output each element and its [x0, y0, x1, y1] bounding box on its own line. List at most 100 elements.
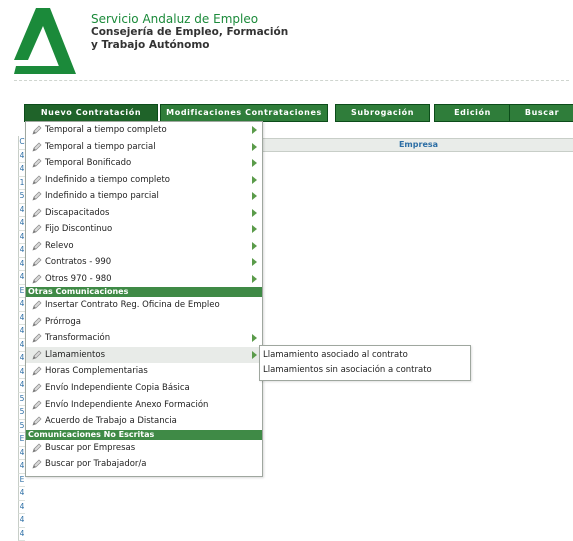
menu-item-label: Discapacitados [45, 205, 109, 221]
menu-item-label: Acuerdo de Trabajo a Distancia [45, 413, 177, 429]
pencil-icon [32, 300, 42, 310]
table-row[interactable]: 4 [18, 379, 25, 393]
menu-item[interactable]: Contratos - 990 [26, 254, 262, 270]
table-row[interactable]: 5 [18, 190, 25, 204]
menu-item[interactable]: Buscar por Trabajador/a [26, 456, 262, 472]
menu-item-label: Relevo [45, 238, 74, 254]
submenu-item-llamamientos-sin-asociacion[interactable]: Llamamientos sin asociación a contrato [263, 363, 468, 378]
table-row[interactable]: 4 [18, 339, 25, 353]
junta-andalucia-logo [14, 8, 76, 74]
menu-item[interactable]: Fijo Discontinuo [26, 221, 262, 237]
table-row[interactable]: 4 [18, 204, 25, 218]
table-row-gutter: C4415444444E4444444555E44E4444 [18, 136, 25, 541]
menu-item[interactable]: Relevo [26, 238, 262, 254]
table-row[interactable]: C [18, 136, 25, 150]
triangle-right-icon [252, 176, 257, 184]
menu-nuevo-contratacion[interactable]: Nuevo Contratación [24, 104, 158, 122]
menu-item[interactable]: Discapacitados [26, 205, 262, 221]
header-divider [14, 80, 569, 81]
triangle-right-icon [252, 209, 257, 217]
menu-item[interactable]: Transformación [26, 330, 262, 346]
menu-item[interactable]: Insertar Contrato Reg. Oficina de Empleo [26, 297, 262, 313]
menu-item[interactable]: Envío Independiente Anexo Formación [26, 397, 262, 413]
menu-modificaciones-contrataciones[interactable]: Modificaciones Contrataciones [160, 104, 328, 122]
table-row[interactable]: 4 [18, 487, 25, 501]
table-row[interactable]: 1 [18, 177, 25, 191]
pencil-icon [32, 333, 42, 343]
menu-buscar[interactable]: Buscar [509, 104, 573, 122]
menu-subrogacion[interactable]: Subrogación [335, 104, 430, 122]
table-row[interactable]: 4 [18, 163, 25, 177]
pencil-icon [32, 274, 42, 284]
table-row[interactable]: 4 [18, 244, 25, 258]
triangle-right-icon [252, 159, 257, 167]
pencil-icon [32, 175, 42, 185]
pencil-icon [32, 366, 42, 376]
menu-item-label: Insertar Contrato Reg. Oficina de Empleo [45, 297, 220, 313]
menu-item[interactable]: Temporal a tiempo completo [26, 122, 262, 138]
table-row[interactable]: 4 [18, 528, 25, 541]
table-row[interactable]: 4 [18, 298, 25, 312]
table-row[interactable]: E [18, 285, 25, 299]
table-row[interactable]: 4 [18, 258, 25, 272]
menu-item[interactable]: Indefinido a tiempo completo [26, 172, 262, 188]
menu-item[interactable]: Acuerdo de Trabajo a Distancia [26, 413, 262, 429]
table-row[interactable]: 4 [18, 217, 25, 231]
table-row[interactable]: 4 [18, 460, 25, 474]
table-row[interactable]: 5 [18, 406, 25, 420]
table-row[interactable]: 5 [18, 420, 25, 434]
menu-item[interactable]: Temporal a tiempo parcial [26, 139, 262, 155]
table-row[interactable]: E [18, 433, 25, 447]
table-row[interactable]: E [18, 474, 25, 488]
pencil-icon [32, 383, 42, 393]
main-menubar: Nuevo Contratación Modificaciones Contra… [24, 104, 573, 122]
menu-edicion[interactable]: Edición [434, 104, 511, 122]
menu-item-label: Llamamientos [45, 347, 105, 363]
menu-item[interactable]: Horas Complementarias [26, 363, 262, 379]
table-row[interactable]: 4 [18, 231, 25, 245]
dept-line-2: y Trabajo Autónomo [91, 39, 288, 52]
pencil-icon [32, 142, 42, 152]
triangle-right-icon [252, 351, 257, 359]
table-row[interactable]: 4 [18, 447, 25, 461]
column-header-empresa[interactable]: Empresa [262, 138, 573, 152]
pencil-icon [32, 208, 42, 218]
section-header-otras-comunicaciones: Otras Comunicaciones [26, 287, 262, 297]
menu-item[interactable]: Prórroga [26, 314, 262, 330]
table-row[interactable]: 5 [18, 393, 25, 407]
menu-item[interactable]: Llamamientos [26, 347, 262, 363]
triangle-right-icon [252, 225, 257, 233]
menu-item[interactable]: Otros 970 - 980 [26, 271, 262, 287]
menu-item-label: Indefinido a tiempo completo [45, 172, 170, 188]
menu-item[interactable]: Envío Independiente Copia Básica [26, 380, 262, 396]
menu-item-label: Fijo Discontinuo [45, 221, 112, 237]
table-row[interactable]: 4 [18, 501, 25, 515]
menu-item[interactable]: Buscar por Empresas [26, 440, 262, 456]
menu-item[interactable]: Indefinido a tiempo parcial [26, 188, 262, 204]
table-row[interactable]: 4 [18, 352, 25, 366]
pencil-icon [32, 350, 42, 360]
menu-item-label: Buscar por Empresas [45, 440, 135, 456]
menu-item-label: Buscar por Trabajador/a [45, 456, 147, 472]
menu-item-label: Temporal a tiempo parcial [45, 139, 156, 155]
menu-item-label: Contratos - 990 [45, 254, 111, 270]
table-row[interactable]: 4 [18, 312, 25, 326]
table-row[interactable]: 4 [18, 271, 25, 285]
table-row[interactable]: 4 [18, 514, 25, 528]
nuevo-contratacion-dropdown: Temporal a tiempo completoTemporal a tie… [25, 121, 263, 477]
pencil-icon [32, 257, 42, 267]
menu-item-label: Prórroga [45, 314, 81, 330]
menu-item-label: Temporal Bonificado [45, 155, 131, 171]
menu-item[interactable]: Temporal Bonificado [26, 155, 262, 171]
table-row[interactable]: 4 [18, 150, 25, 164]
triangle-right-icon [252, 143, 257, 151]
pencil-icon [32, 459, 42, 469]
pencil-icon [32, 317, 42, 327]
dept-line-1: Consejería de Empleo, Formación [91, 26, 288, 39]
org-name-block: Servicio Andaluz de Empleo Consejería de… [91, 13, 288, 52]
table-row[interactable]: 4 [18, 325, 25, 339]
pencil-icon [32, 241, 42, 251]
triangle-right-icon [252, 334, 257, 342]
submenu-item-llamamiento-asociado[interactable]: Llamamiento asociado al contrato [263, 348, 468, 363]
table-row[interactable]: 4 [18, 366, 25, 380]
